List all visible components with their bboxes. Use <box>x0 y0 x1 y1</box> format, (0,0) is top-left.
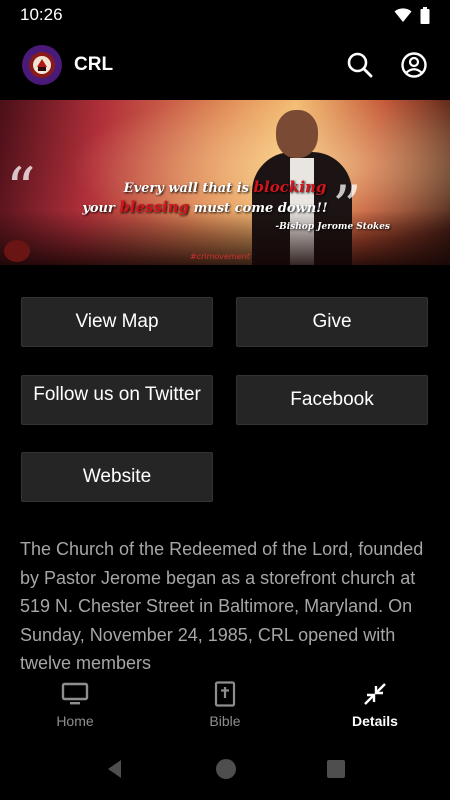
banner-logo-icon <box>4 240 30 262</box>
quote-line2-highlight: blessing <box>119 198 190 216</box>
quote-line2-text: your <box>82 201 120 216</box>
nav-details[interactable]: Details <box>300 672 450 738</box>
church-logo-icon <box>22 45 62 85</box>
wifi-icon <box>394 7 412 22</box>
bible-icon <box>214 681 236 707</box>
nav-bible-label: Bible <box>209 713 241 729</box>
system-nav-bar <box>0 738 450 800</box>
nav-home[interactable]: Home <box>0 672 150 738</box>
status-bar: 10:26 <box>0 0 450 30</box>
follow-twitter-button[interactable]: Follow us on Twitter <box>21 375 213 425</box>
bottom-nav: Home Bible Details <box>0 672 450 738</box>
account-circle-icon[interactable] <box>400 51 428 79</box>
recents-square-icon[interactable] <box>326 759 346 779</box>
app-bar: CRL <box>0 30 450 100</box>
app-actions <box>346 51 428 79</box>
facebook-button[interactable]: Facebook <box>236 375 428 425</box>
status-time: 10:26 <box>20 5 63 24</box>
quote-line1-text: Every wall that is <box>123 181 254 196</box>
search-icon[interactable] <box>346 51 374 79</box>
banner-quote-line1: Every wall that is blocking <box>0 178 450 196</box>
nav-home-label: Home <box>56 713 94 729</box>
banner-hashtag: #crlmovement <box>190 252 250 261</box>
nav-bible[interactable]: Bible <box>150 672 300 738</box>
battery-icon <box>420 6 430 24</box>
tv-icon <box>61 681 89 707</box>
home-circle-icon[interactable] <box>214 757 238 781</box>
nav-details-label: Details <box>352 713 398 729</box>
banner-image: “ ” Every wall that is blocking your ble… <box>0 100 450 265</box>
speaker-figure-head <box>276 110 318 158</box>
banner-author: -Bishop Jerome Stokes <box>275 222 390 232</box>
quote-line1-highlight: blocking <box>253 178 327 196</box>
give-button[interactable]: Give <box>236 297 428 347</box>
quote-line2-tail: must come down!! <box>189 201 328 216</box>
app-title: CRL <box>74 54 114 75</box>
back-triangle-icon[interactable] <box>104 758 126 780</box>
status-icons <box>394 6 430 24</box>
view-map-button[interactable]: View Map <box>21 297 213 347</box>
church-description: The Church of the Redeemed of the Lord, … <box>20 539 424 670</box>
collapse-arrows-icon <box>362 681 388 707</box>
banner-quote-line2: your blessing must come down!! <box>0 198 430 216</box>
website-button[interactable]: Website <box>21 452 213 502</box>
